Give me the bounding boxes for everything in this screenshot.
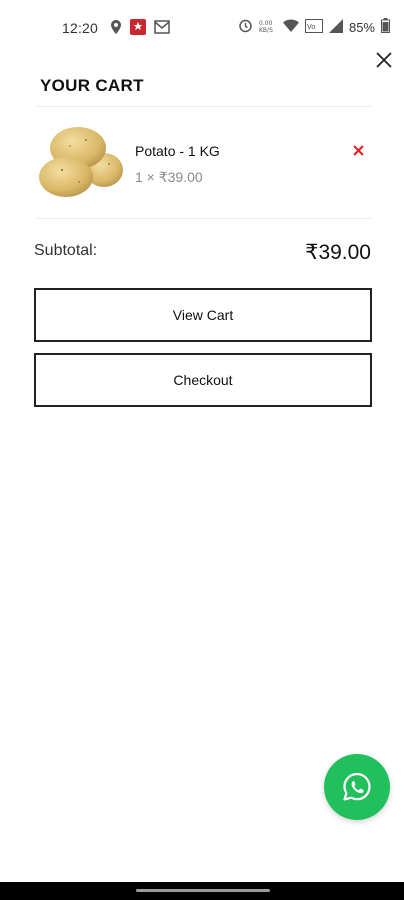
- battery-percent: 85%: [348, 19, 375, 35]
- cart-item: Potato - 1 KG 1 × ₹39.00: [34, 116, 370, 212]
- location-pin-icon: [110, 19, 122, 38]
- status-right-icons: 0.00 KB/S Vo 85%: [238, 18, 390, 36]
- home-gesture-handle[interactable]: [136, 889, 270, 892]
- battery-icon: [381, 18, 390, 36]
- remove-x-icon: [352, 144, 364, 156]
- gmail-icon: [154, 20, 170, 37]
- signal-icon: [328, 18, 343, 36]
- subtotal-label: Subtotal:: [34, 242, 98, 259]
- status-left-icons: [110, 19, 170, 38]
- title-divider: [36, 106, 372, 107]
- system-nav-bar: [0, 882, 404, 900]
- view-cart-button[interactable]: View Cart: [34, 288, 372, 342]
- wifi-icon: [282, 19, 299, 35]
- subtotal-value: ₹39.00: [305, 241, 371, 264]
- potato-image[interactable]: [34, 120, 124, 200]
- cart-screen: 12:20 0.00 KB/S Vo 85% YOUR CART Potato …: [0, 0, 404, 900]
- remove-item-button[interactable]: [350, 142, 366, 158]
- cart-title: YOUR CART: [40, 76, 144, 95]
- whatsapp-icon: [343, 772, 371, 801]
- whatsapp-button[interactable]: [324, 754, 390, 820]
- close-button[interactable]: [374, 50, 394, 70]
- svg-text:0.00: 0.00: [259, 20, 273, 27]
- product-qty-price: 1 × ₹39.00: [135, 169, 203, 185]
- status-bar: 12:20 0.00 KB/S Vo 85%: [0, 0, 404, 56]
- svg-text:KB/S: KB/S: [259, 27, 273, 33]
- volte-icon: Vo: [304, 18, 323, 36]
- product-name[interactable]: Potato - 1 KG: [135, 143, 220, 159]
- status-time: 12:20: [62, 20, 99, 36]
- item-divider: [36, 218, 372, 219]
- svg-text:Vo: Vo: [307, 23, 316, 31]
- network-speed-icon: 0.00 KB/S: [259, 19, 277, 36]
- alarm-icon: [238, 18, 253, 36]
- checkout-button[interactable]: Checkout: [34, 353, 372, 407]
- red-app-icon: [130, 19, 146, 38]
- close-icon: [376, 52, 392, 68]
